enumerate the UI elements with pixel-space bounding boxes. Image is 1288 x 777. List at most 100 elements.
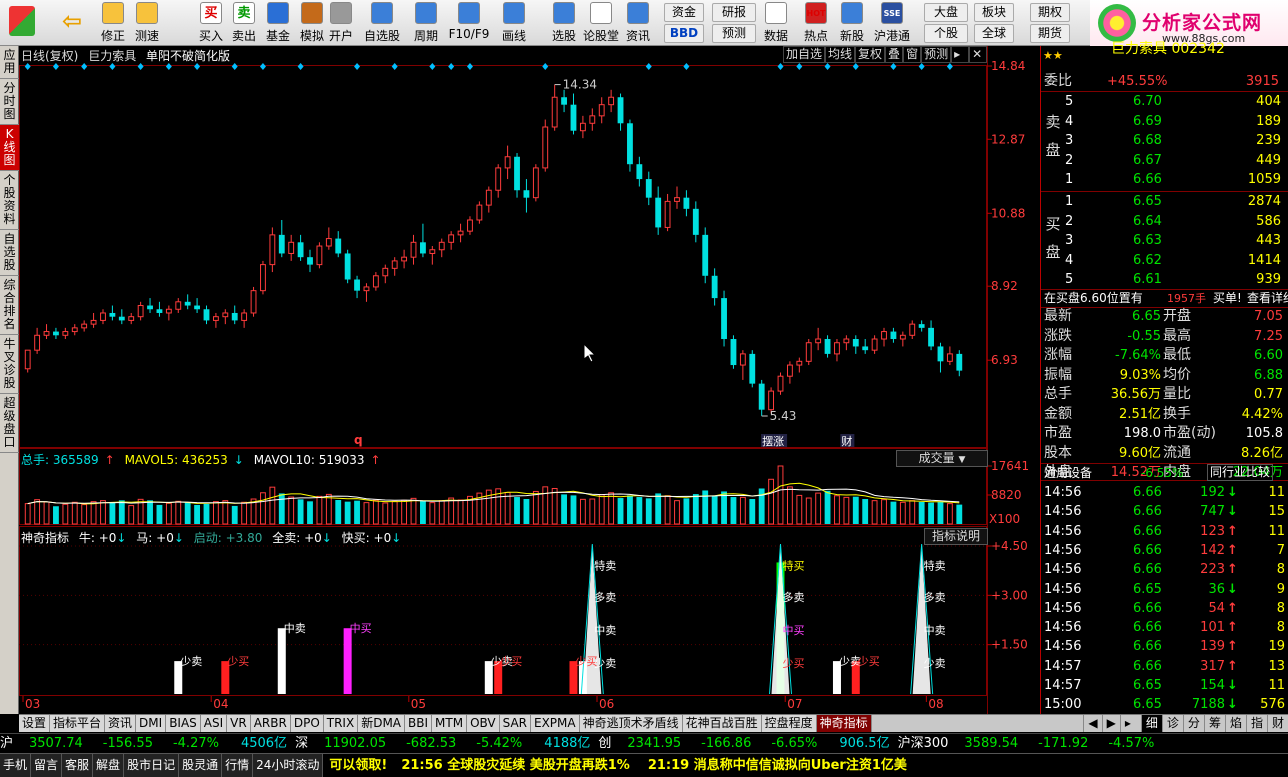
toolbar-small-button[interactable]: 期货 (1030, 24, 1070, 43)
index-name: 沪深300 (897, 736, 949, 751)
toolbar-star-button[interactable]: 自选股 (362, 2, 402, 44)
toolbar-news-button[interactable]: 资讯 (620, 2, 656, 44)
toolbar-buy-button[interactable]: 买买入 (195, 2, 227, 44)
index-quote[interactable]: 沪深300 3589.54 -171.92 -4.57% (898, 736, 1159, 751)
indicator-tab[interactable]: MTM (432, 715, 468, 732)
indicator-tab[interactable]: BIAS (166, 715, 201, 732)
toolbar-data-button[interactable]: PE 数据 (760, 2, 792, 44)
industry-name[interactable]: 通用设备 (1044, 464, 1092, 483)
ask-row[interactable]: 1 6.66 1059 (1041, 170, 1288, 190)
left-tab-4[interactable]: 自选股 (0, 230, 19, 276)
status-button[interactable]: 留言 (31, 754, 63, 777)
indicator-tab[interactable]: ARBR (250, 715, 291, 732)
indicator-tab[interactable]: 指标平台 (50, 715, 106, 732)
status-button[interactable]: 股市日记 (124, 754, 180, 777)
bid-row[interactable]: 3 6.63 443 (1041, 231, 1288, 251)
index-quote[interactable]: 深 11902.05 -682.53 -5.42% 4188亿 (295, 736, 594, 751)
left-tab-5[interactable]: 综合排名 (0, 276, 19, 335)
status-button[interactable]: 手机 (0, 754, 32, 777)
toolbar-small-button[interactable]: 大盘 (924, 3, 968, 22)
scroll-right-icon[interactable]: ▶ (1101, 715, 1120, 732)
bid-row[interactable]: 4 6.62 1414 (1041, 251, 1288, 271)
indicator-tab[interactable]: BBI (405, 715, 433, 732)
toolbar-fund-button[interactable]: 基金 (262, 2, 294, 44)
indicator-tab[interactable]: DMI (136, 715, 167, 732)
right-panel-tab[interactable]: 诊 (1161, 715, 1183, 732)
toolbar-small-button[interactable]: BBD (664, 24, 704, 43)
ask-row[interactable]: 5 6.70 404 (1041, 92, 1288, 112)
news-ticker-2[interactable]: 21:19 消息称中信信诚拟向Uber注资1亿美 (648, 755, 907, 777)
toolbar-grid-button[interactable]: 选股 (546, 2, 582, 44)
indicator-tab[interactable]: EXPMA (531, 715, 580, 732)
indicator-tab[interactable]: 新DMA (358, 715, 406, 732)
indicator-tab[interactable]: ASI (200, 715, 228, 732)
industry-compare-button[interactable]: 同行业比较 (1207, 464, 1274, 481)
right-panel-tab[interactable]: 财 (1266, 715, 1288, 732)
indicator-tab[interactable]: DPO (290, 715, 324, 732)
indicator-tab[interactable]: SAR (499, 715, 531, 732)
index-quote[interactable]: 沪 3507.74 -156.55 -4.27% 4506亿 (0, 736, 291, 751)
toolbar-small-button[interactable]: 期权 (1030, 3, 1070, 22)
ask-row[interactable]: 3 6.68 239 (1041, 131, 1288, 151)
indicator-tab[interactable]: OBV (467, 715, 500, 732)
indicator-tab[interactable]: 花神百战百胜 (682, 715, 762, 732)
promo-text[interactable]: 可以领取! (329, 755, 387, 777)
status-button[interactable]: 24小时滚动 (253, 754, 324, 777)
menu-icon[interactable] (4, 2, 40, 44)
right-panel-tab[interactable]: 细 (1140, 715, 1162, 732)
status-button[interactable]: 解盘 (93, 754, 125, 777)
toolbar-small-button[interactable]: 研报 (712, 3, 756, 22)
status-button[interactable]: 行情 (222, 754, 254, 777)
toolbar-new-stock-button[interactable]: 新股 (836, 2, 868, 44)
right-panel-tab[interactable]: 指 (1245, 715, 1267, 732)
toolbar-forum-button[interactable]: 论论股堂 (582, 2, 620, 44)
right-panel-tab[interactable]: 焰 (1224, 715, 1246, 732)
toolbar-small-button[interactable]: 预测 (712, 24, 756, 43)
bid-row[interactable]: 2 6.64 586 (1041, 212, 1288, 232)
left-tab-0[interactable]: 应用 (0, 46, 19, 79)
toolbar-f10-button[interactable]: F10/F9 (448, 2, 490, 44)
news-ticker-1[interactable]: 21:56 全球股灾延续 美股开盘再跌1% (401, 755, 630, 777)
ask-row[interactable]: 4 6.69 189 (1041, 112, 1288, 132)
toolbar-pencil-button[interactable]: 画线 (494, 2, 534, 44)
index-quote[interactable]: 创 2341.95 -166.86 -6.65% 906.5亿 (598, 736, 893, 751)
left-tab-6[interactable]: 牛叉诊股 (0, 335, 19, 394)
scroll-left-icon[interactable]: ◀ (1083, 715, 1102, 732)
toolbar-hot-button[interactable]: HOT 热点 (800, 2, 832, 44)
indicator-tab[interactable]: TRIX (323, 715, 359, 732)
indicator-tab[interactable]: VR (227, 715, 251, 732)
left-tab-7[interactable]: 超级盘口 (0, 394, 19, 453)
toolbar-lock-button[interactable]: 开户 (326, 2, 356, 44)
toolbar-sse-hk-button[interactable]: SSE HK 沪港通 (872, 2, 912, 44)
status-button[interactable]: 客服 (62, 754, 94, 777)
toolbar-small-button[interactable]: 全球 (974, 24, 1014, 43)
indicator-help-button[interactable]: 指标说明 (924, 528, 988, 545)
left-tab-3[interactable]: 个股资料 (0, 171, 19, 230)
panel-toggle-icon[interactable]: ▸ (1119, 715, 1135, 732)
toolbar-clock-button[interactable]: 周期 (408, 2, 444, 44)
status-button[interactable]: 股灵通 (179, 754, 223, 777)
toolbar-stopwatch-button[interactable]: 测速 (130, 2, 164, 44)
left-tab-2[interactable]: K线图 (0, 125, 19, 171)
toolbar-sell-button[interactable]: 卖卖出 (228, 2, 260, 44)
toolbar-hammer-button[interactable]: 模拟 (296, 2, 328, 44)
toolbar-up-down-arrows-button[interactable]: 修正 (96, 2, 130, 44)
right-panel-tab[interactable]: 分 (1182, 715, 1204, 732)
bid-row[interactable]: 5 6.61 939 (1041, 270, 1288, 290)
volume-select[interactable]: 成交量 ▼ (896, 450, 988, 467)
indicator-tab[interactable]: 设置 (19, 715, 51, 732)
right-panel-tab[interactable]: 筹 (1203, 715, 1225, 732)
indicator-tab[interactable]: 神奇指标 (816, 715, 872, 732)
candle-body (711, 275, 718, 299)
back-icon[interactable]: ⇦ (56, 2, 88, 44)
ask-row[interactable]: 2 6.67 449 (1041, 151, 1288, 171)
toolbar-small-button[interactable]: 资金 (664, 3, 704, 22)
left-tab-1[interactable]: 分时图 (0, 79, 19, 125)
toolbar-small-button[interactable]: 板块 (974, 3, 1014, 22)
toolbar-small-button[interactable]: 个股 (924, 24, 968, 43)
indicator-tab[interactable]: 资讯 (105, 715, 137, 732)
big-order-detail-link[interactable]: 查看详细 (1247, 289, 1288, 308)
indicator-tab[interactable]: 控盘程度 (761, 715, 817, 732)
bid-row[interactable]: 1 6.65 2874 (1041, 192, 1288, 212)
indicator-tab[interactable]: 神奇逃顶术矛盾线 (579, 715, 683, 732)
